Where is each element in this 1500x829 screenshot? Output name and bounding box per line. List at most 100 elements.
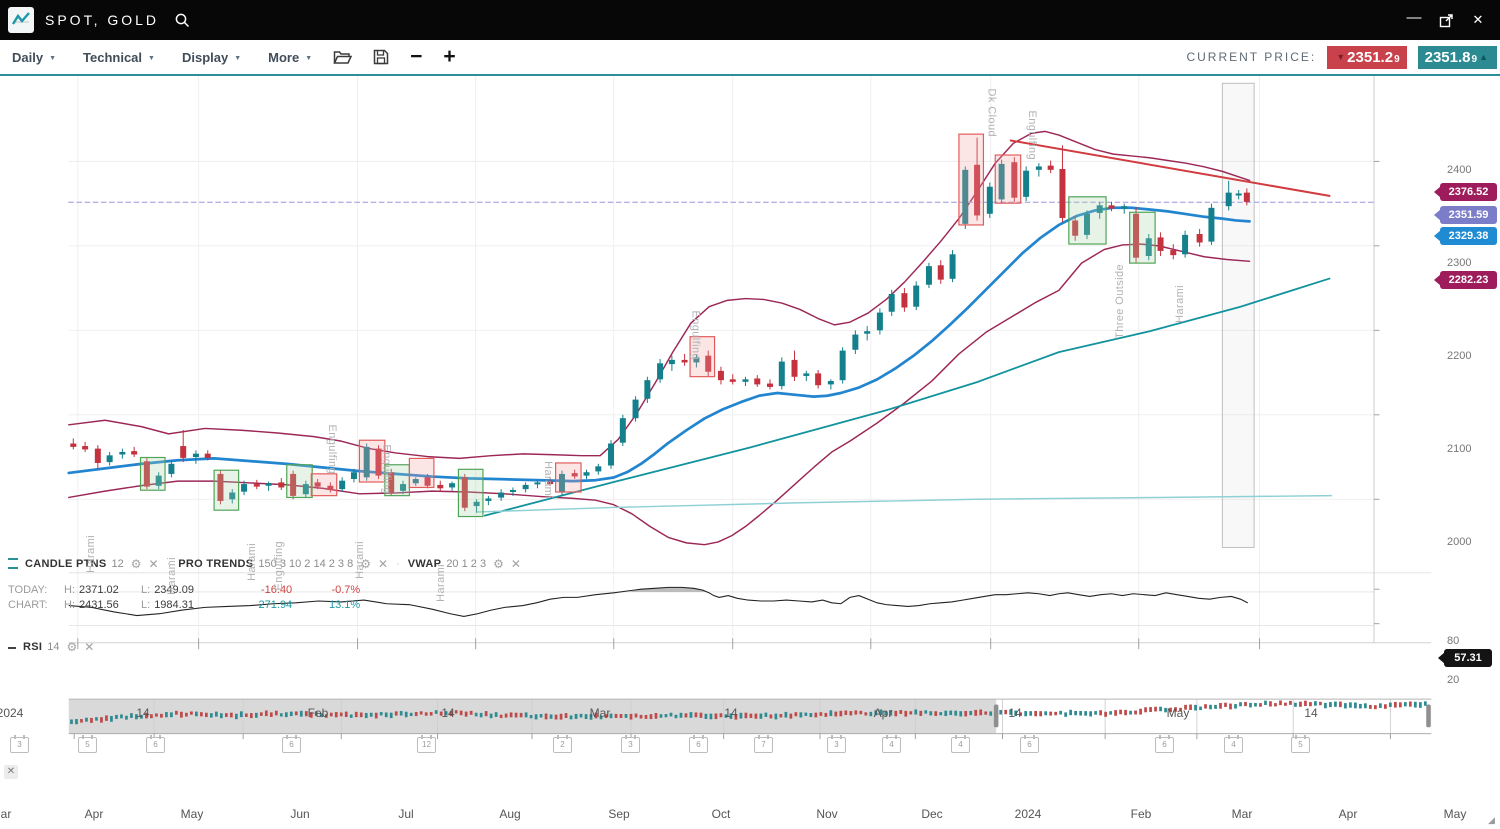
- open-layout-icon[interactable]: [333, 50, 352, 65]
- navigator-mini-candle: [1284, 703, 1287, 706]
- calendar-event-icon[interactable]: 3: [621, 737, 640, 753]
- minimize-button[interactable]: —: [1406, 9, 1422, 31]
- menu-daily[interactable]: Daily▼: [12, 50, 56, 65]
- navigator-mini-candle: [500, 715, 503, 718]
- resize-handle-icon[interactable]: ◢: [1488, 815, 1495, 826]
- navigator-mini-candle: [1349, 702, 1352, 707]
- calendar-event-icon[interactable]: 6: [282, 737, 301, 753]
- pattern-label-harami: Harami: [1174, 285, 1186, 323]
- calendar-event-icon[interactable]: 4: [951, 737, 970, 753]
- navigator-mini-candle: [1144, 707, 1147, 712]
- calendar-event-icon[interactable]: 6: [1155, 737, 1174, 753]
- navigator-month-label: Apr: [1339, 807, 1358, 821]
- candlestick: [1109, 205, 1115, 208]
- save-icon[interactable]: [373, 49, 389, 65]
- close-icon[interactable]: ✕: [84, 640, 94, 654]
- bb-upper-line: [69, 131, 1250, 458]
- navigator-month-label: Aug: [499, 807, 520, 821]
- menu-technical[interactable]: Technical▼: [83, 50, 155, 65]
- window-controls: — ✕: [1406, 9, 1486, 31]
- navigator-mini-candle: [745, 713, 748, 719]
- calendar-event-icon[interactable]: 7: [754, 737, 773, 753]
- current-price-label: CURRENT PRICE:: [1186, 50, 1316, 64]
- calendar-event-icon[interactable]: 6: [689, 737, 708, 753]
- navigator-mini-candle: [1354, 703, 1357, 709]
- calendar-event-icon[interactable]: 3: [10, 737, 29, 753]
- candlestick: [119, 452, 125, 455]
- navigator-mini-candle: [800, 712, 803, 717]
- navigator-mini-candle: [630, 714, 633, 720]
- close-icon[interactable]: ✕: [378, 557, 388, 571]
- navigator-mini-candle: [670, 713, 673, 717]
- navigator-mini-candle: [1104, 712, 1107, 717]
- navigator-right-handle[interactable]: [1426, 705, 1431, 728]
- navigator-mini-candle: [1379, 703, 1382, 708]
- calendar-event-icon[interactable]: 6: [1020, 737, 1039, 753]
- search-icon[interactable]: [174, 12, 191, 29]
- navigator-mini-candle: [700, 713, 703, 718]
- calendar-event-icon[interactable]: 3: [827, 737, 846, 753]
- navigator-mini-candle: [924, 710, 927, 713]
- calendar-event-icon[interactable]: 4: [1224, 737, 1243, 753]
- candlestick: [485, 498, 491, 501]
- navigator-mini-candle: [330, 713, 333, 717]
- calendar-event-icon[interactable]: 5: [1291, 737, 1310, 753]
- navigator-mini-candle: [250, 713, 253, 718]
- price-tick-label: 2200: [1447, 350, 1471, 362]
- pattern-box-three-outside: [1069, 197, 1106, 244]
- candlestick: [901, 293, 907, 307]
- navigator-mini-candle: [809, 713, 812, 717]
- navigator-mini-candle: [1074, 711, 1077, 715]
- navigator-month-label: Mar: [1232, 807, 1253, 821]
- navigator-mini-candle: [760, 714, 763, 719]
- zoom-in-button[interactable]: +: [443, 47, 455, 67]
- calendar-event-icon[interactable]: 5: [78, 737, 97, 753]
- gear-icon[interactable]: ⚙: [493, 557, 504, 571]
- navigator-mini-candle: [410, 713, 413, 716]
- calendar-event-icon[interactable]: 4: [882, 737, 901, 753]
- menu-display[interactable]: Display▼: [182, 50, 241, 65]
- navigator-month-label: Oct: [712, 807, 731, 821]
- price-tag: 2351.59: [1440, 206, 1497, 224]
- close-button[interactable]: ✕: [1470, 12, 1486, 28]
- chevron-down-icon: ▼: [234, 55, 241, 62]
- navigator-mini-candle: [1049, 712, 1052, 716]
- navigator-mini-candle: [814, 713, 817, 718]
- navigator-mini-candle: [155, 713, 158, 716]
- navigator-mini-candle: [949, 711, 952, 715]
- restore-button[interactable]: [1438, 12, 1454, 28]
- zoom-out-button[interactable]: −: [410, 47, 422, 67]
- navigator-mini-candle: [545, 714, 548, 720]
- navigator-mini-candle: [435, 710, 438, 714]
- pattern-box-engulfing: [311, 474, 336, 496]
- navigator-mini-candle: [954, 711, 957, 716]
- calendar-event-icon[interactable]: 6: [146, 737, 165, 753]
- navigator-mini-candle: [280, 713, 283, 716]
- navigator-mini-candle: [615, 714, 618, 718]
- navigator-mini-candle: [520, 713, 523, 717]
- price-chart[interactable]: [0, 76, 1500, 829]
- navigator-left-handle[interactable]: [994, 705, 999, 728]
- menu-more[interactable]: More▼: [268, 50, 312, 65]
- navigator-mini-candle: [740, 713, 743, 719]
- close-icon[interactable]: ✕: [511, 557, 521, 571]
- time-axis-label: Mar: [590, 706, 611, 720]
- navigator-mini-candle: [430, 712, 433, 716]
- candlestick: [657, 363, 663, 379]
- navigator-month-label: Nov: [816, 807, 837, 821]
- navigator-mini-candle: [575, 714, 578, 719]
- close-icon[interactable]: ✕: [149, 557, 159, 571]
- navigator-mini-candle: [210, 713, 213, 717]
- gear-icon[interactable]: ⚙: [131, 557, 142, 571]
- navigator-mini-candle: [260, 712, 263, 716]
- calendar-event-icon[interactable]: 12: [417, 737, 436, 753]
- calendar-event-icon[interactable]: 2: [553, 737, 572, 753]
- navigator-mini-candle: [655, 713, 658, 719]
- gear-icon[interactable]: ⚙: [67, 640, 78, 654]
- navigator-close-button[interactable]: ✕: [4, 765, 18, 779]
- vwap-swatch-icon: [8, 558, 18, 569]
- price-tick-label: 2100: [1447, 443, 1471, 455]
- time-axis-label: Feb: [308, 706, 329, 720]
- navigator-mini-candle: [1294, 703, 1297, 707]
- navigator-mini-candle: [390, 713, 393, 718]
